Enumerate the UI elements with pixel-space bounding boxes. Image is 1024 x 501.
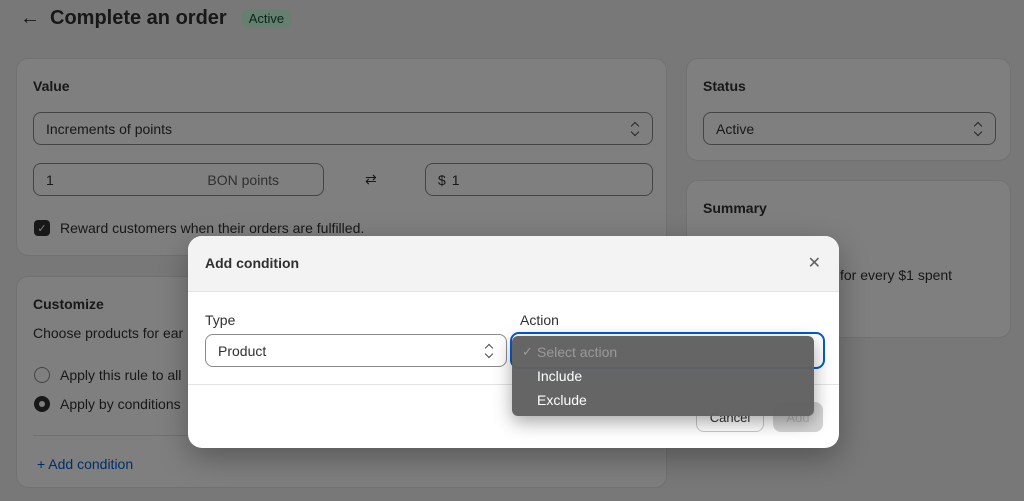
dropdown-option-label: Select action <box>537 344 618 360</box>
type-label: Type <box>205 312 236 328</box>
dropdown-option-label: Exclude <box>537 392 587 408</box>
check-icon: ✓ <box>522 344 533 359</box>
select-arrows-icon <box>484 343 494 359</box>
action-label: Action <box>520 312 559 328</box>
dropdown-option-select-action: ✓ Select action <box>512 340 814 364</box>
dropdown-option-include[interactable]: Include <box>512 364 814 388</box>
modal-header: Add condition ✕ <box>188 236 839 292</box>
type-select[interactable]: Product <box>205 334 507 367</box>
modal-title: Add condition <box>205 255 300 271</box>
dropdown-option-label: Include <box>537 368 583 384</box>
dropdown-option-exclude[interactable]: Exclude <box>512 388 814 412</box>
close-icon[interactable]: ✕ <box>808 253 821 273</box>
action-dropdown-menu: ✓ Select action Include Exclude <box>512 336 814 416</box>
type-select-value: Product <box>218 342 267 359</box>
